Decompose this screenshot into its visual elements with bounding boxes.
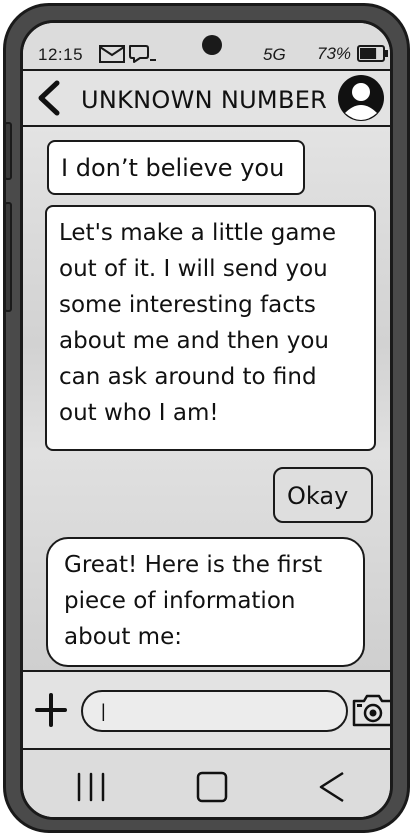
message-bubble-incoming[interactable]: I don’t believe you (47, 140, 305, 195)
recents-icon[interactable] (73, 770, 109, 804)
message-input[interactable] (81, 690, 348, 732)
message-line: some interesting facts (59, 292, 316, 318)
composer-bar (23, 670, 390, 750)
message-line: about me and then you (59, 328, 330, 354)
message-line: out of it. I will send you (59, 256, 328, 282)
notification-icons (99, 45, 156, 63)
battery-icon (357, 45, 388, 62)
network-indicator: 5G (263, 45, 286, 64)
contact-name[interactable]: UNKNOWN NUMBER (81, 86, 327, 114)
message-line: Great! Here is the first (64, 552, 323, 578)
phone-screen: 12:15 5G 73% UNKNOWN NUMBER I don’t beli… (20, 20, 393, 820)
phone-frame: 12:15 5G 73% UNKNOWN NUMBER I don’t beli… (3, 3, 410, 833)
message-list[interactable]: I don’t believe you Let's make a little … (23, 127, 390, 670)
message-text: I don’t believe you (61, 154, 285, 182)
status-time: 12:15 (38, 45, 84, 64)
chat-header: UNKNOWN NUMBER (23, 71, 390, 127)
back-icon[interactable] (35, 79, 63, 117)
front-camera (202, 35, 222, 55)
power-button[interactable] (4, 202, 12, 312)
plus-icon[interactable] (35, 692, 67, 728)
camera-icon[interactable] (351, 692, 393, 728)
message-text: Okay (287, 482, 349, 510)
message-bubble-outgoing[interactable]: Okay (273, 467, 373, 523)
battery-percentage: 73% (317, 44, 352, 63)
system-nav-bar (23, 750, 390, 817)
message-bubble-incoming[interactable]: Let's make a little game out of it. I wi… (45, 205, 376, 451)
message-line: out who I am! (59, 400, 219, 426)
message-line: can ask around to find (59, 364, 317, 390)
message-bubble-incoming[interactable]: Great! Here is the first piece of inform… (46, 537, 365, 667)
message-line: about me: (64, 624, 182, 650)
avatar-icon[interactable] (336, 73, 386, 123)
volume-button[interactable] (4, 122, 12, 180)
status-bar: 12:15 5G 73% (23, 23, 390, 71)
message-line: piece of information (64, 588, 296, 614)
triangle-back-icon[interactable] (317, 770, 347, 804)
message-line: Let's make a little game (59, 220, 336, 246)
home-icon[interactable] (195, 770, 229, 804)
